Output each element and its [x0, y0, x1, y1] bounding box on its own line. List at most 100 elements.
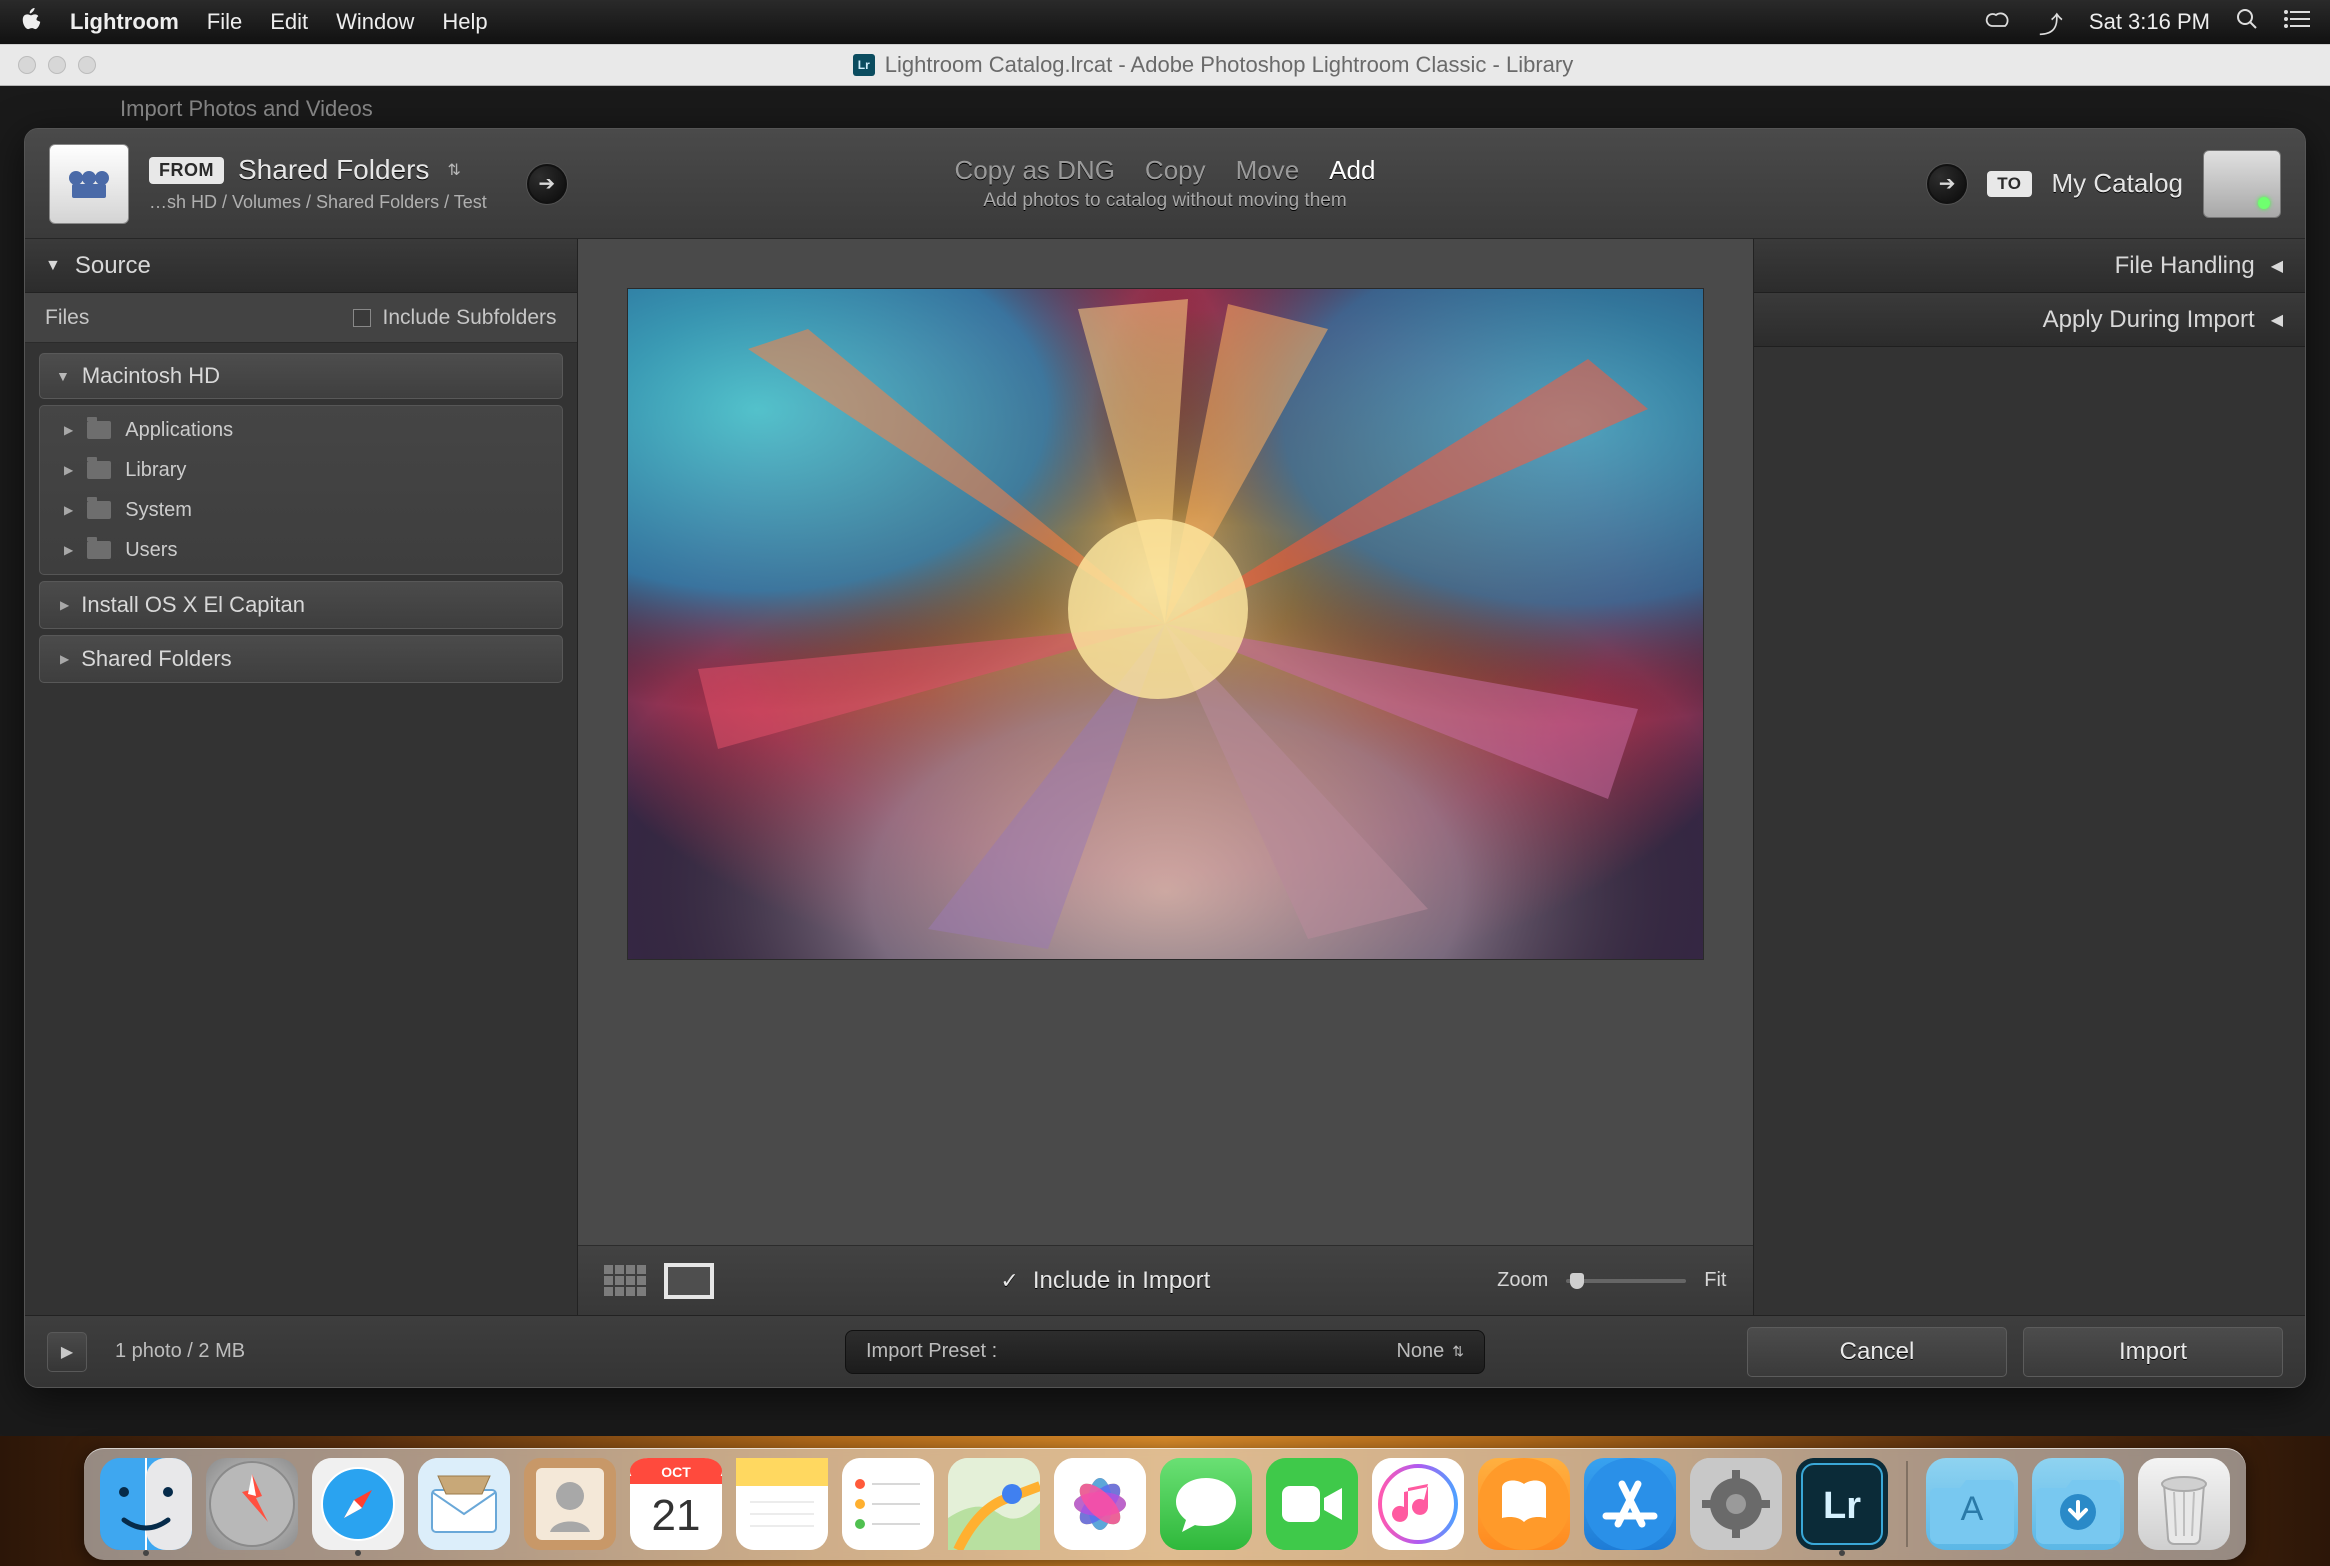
dock-lightroom[interactable]: Lr — [1796, 1458, 1888, 1550]
include-in-import-toggle[interactable]: ✓ Include in Import — [1000, 1267, 1210, 1295]
folder-users[interactable]: ▶Users — [40, 530, 562, 570]
from-label: FROM — [149, 157, 224, 184]
dock-contacts[interactable] — [524, 1458, 616, 1550]
import-count-info: 1 photo / 2 MB — [115, 1340, 245, 1363]
dock-preferences[interactable] — [1690, 1458, 1782, 1550]
dock-reminders[interactable] — [842, 1458, 934, 1550]
to-label: TO — [1987, 171, 2031, 197]
zoom-label: Zoom — [1497, 1269, 1548, 1292]
window-traffic-lights[interactable] — [0, 56, 96, 74]
dock-separator — [1906, 1461, 1908, 1547]
dock-finder[interactable] — [100, 1458, 192, 1550]
triangle-right-icon: ▶ — [64, 423, 73, 437]
apply-during-import-header[interactable]: Apply During Import ◀ — [1754, 293, 2306, 347]
dock-safari[interactable] — [312, 1458, 404, 1550]
photo-preview[interactable] — [628, 289, 1703, 959]
flow-arrow-right-icon: ➔ — [1927, 164, 1967, 204]
preset-label: Import Preset : — [866, 1340, 997, 1363]
folder-library[interactable]: ▶Library — [40, 450, 562, 490]
dock-launchpad[interactable] — [206, 1458, 298, 1550]
creative-cloud-icon[interactable] — [1985, 9, 2013, 35]
dock-apps-folder[interactable]: A — [1926, 1458, 2018, 1550]
mode-copy-dng[interactable]: Copy as DNG — [955, 155, 1115, 186]
apple-icon[interactable] — [20, 8, 42, 36]
source-device-icon[interactable] — [49, 144, 129, 224]
dock-photos[interactable] — [1054, 1458, 1146, 1550]
svg-text:Lr: Lr — [1823, 1485, 1861, 1527]
preview-area: ✓ Include in Import Zoom Fit — [578, 239, 1753, 1315]
menu-file[interactable]: File — [207, 9, 242, 35]
dialog-footer: ▶ 1 photo / 2 MB Import Preset : None⇅ C… — [25, 1315, 2305, 1387]
volume-installer[interactable]: ▶ Install OS X El Capitan — [39, 581, 563, 629]
svg-text:21: 21 — [652, 1491, 701, 1540]
svg-text:OCT: OCT — [661, 1464, 691, 1480]
mode-add[interactable]: Add — [1329, 155, 1375, 186]
updown-icon: ⇅ — [1452, 1343, 1464, 1360]
dock-downloads-folder[interactable] — [2032, 1458, 2124, 1550]
menu-help[interactable]: Help — [442, 9, 487, 35]
dock-appstore[interactable] — [1584, 1458, 1676, 1550]
source-panel-header[interactable]: ▼ Source — [25, 239, 577, 293]
triangle-right-icon: ▶ — [64, 463, 73, 477]
folder-icon — [87, 461, 111, 479]
dock-facetime[interactable] — [1266, 1458, 1358, 1550]
spotlight-icon[interactable] — [2236, 8, 2258, 36]
triangle-right-icon: ▶ — [60, 652, 69, 666]
triangle-left-icon: ◀ — [2271, 310, 2283, 330]
import-mode-selector: Copy as DNG Copy Move Add Add photos to … — [955, 155, 1376, 212]
dock-ibooks[interactable] — [1478, 1458, 1570, 1550]
clock[interactable]: Sat 3:16 PM — [2089, 9, 2210, 35]
source-name: Shared Folders — [238, 154, 429, 186]
triangle-left-icon: ◀ — [2271, 256, 2283, 276]
dock-calendar[interactable]: OCT 21 — [630, 1458, 722, 1550]
window-titlebar: Lr Lightroom Catalog.lrcat - Adobe Photo… — [0, 44, 2330, 86]
source-panel: ▼ Source Files Include Subfolders ▼ Maci… — [25, 239, 578, 1315]
workspace: Import Photos and Videos FROM Shared Fol… — [0, 86, 2330, 1566]
dock-notes[interactable] — [736, 1458, 828, 1550]
macos-menubar: Lightroom File Edit Window Help ⤴ Sat 3:… — [0, 0, 2330, 44]
menu-edit[interactable]: Edit — [270, 9, 308, 35]
folder-icon — [87, 501, 111, 519]
import-preset-dropdown[interactable]: Import Preset : None⇅ — [845, 1330, 1485, 1374]
single-view-icon[interactable] — [664, 1263, 714, 1299]
folder-applications[interactable]: ▶Applications — [40, 410, 562, 450]
dock-mail[interactable] — [418, 1458, 510, 1550]
menu-window[interactable]: Window — [336, 9, 414, 35]
notification-icon[interactable]: ⤴ — [2039, 5, 2063, 40]
dock-itunes[interactable] — [1372, 1458, 1464, 1550]
include-subfolders-checkbox[interactable] — [353, 309, 371, 327]
dock-maps[interactable] — [948, 1458, 1040, 1550]
macos-dock: OCT 21 Lr A — [84, 1448, 2246, 1560]
dock-messages[interactable] — [1160, 1458, 1252, 1550]
destination-block[interactable]: ➔ TO My Catalog — [1927, 150, 2281, 218]
files-bar: Files Include Subfolders — [25, 293, 577, 343]
mode-copy[interactable]: Copy — [1145, 155, 1206, 186]
volume-shared-folders[interactable]: ▶ Shared Folders — [39, 635, 563, 683]
file-handling-header[interactable]: File Handling ◀ — [1754, 239, 2306, 293]
triangle-right-icon: ▶ — [64, 543, 73, 557]
source-block[interactable]: FROM Shared Folders ⇅ …sh HD / Volumes /… — [149, 154, 487, 213]
triangle-right-icon: ▶ — [64, 503, 73, 517]
volume-name: Macintosh HD — [82, 363, 220, 389]
import-button[interactable]: Import — [2023, 1327, 2283, 1377]
menu-list-icon[interactable] — [2284, 9, 2310, 35]
minimize-panel-button[interactable]: ▶ — [47, 1332, 87, 1372]
triangle-down-icon: ▼ — [45, 257, 61, 275]
folder-system[interactable]: ▶System — [40, 490, 562, 530]
fit-label[interactable]: Fit — [1704, 1269, 1726, 1292]
triangle-right-icon: ▶ — [60, 598, 69, 612]
grid-view-icon[interactable] — [604, 1265, 646, 1296]
flow-arrow-left-icon: ➔ — [527, 164, 567, 204]
updown-icon: ⇅ — [447, 160, 460, 180]
include-subfolders-label[interactable]: Include Subfolders — [383, 306, 557, 330]
folder-icon — [87, 421, 111, 439]
destination-name: My Catalog — [2052, 168, 2184, 199]
source-panel-title: Source — [75, 252, 151, 280]
mode-move[interactable]: Move — [1236, 155, 1300, 186]
preview-toolbar: ✓ Include in Import Zoom Fit — [578, 1245, 1753, 1315]
dock-trash[interactable] — [2138, 1458, 2230, 1550]
zoom-slider[interactable] — [1566, 1279, 1686, 1283]
volume-macintosh-hd[interactable]: ▼ Macintosh HD — [39, 353, 563, 399]
cancel-button[interactable]: Cancel — [1747, 1327, 2007, 1377]
app-name[interactable]: Lightroom — [70, 9, 179, 35]
